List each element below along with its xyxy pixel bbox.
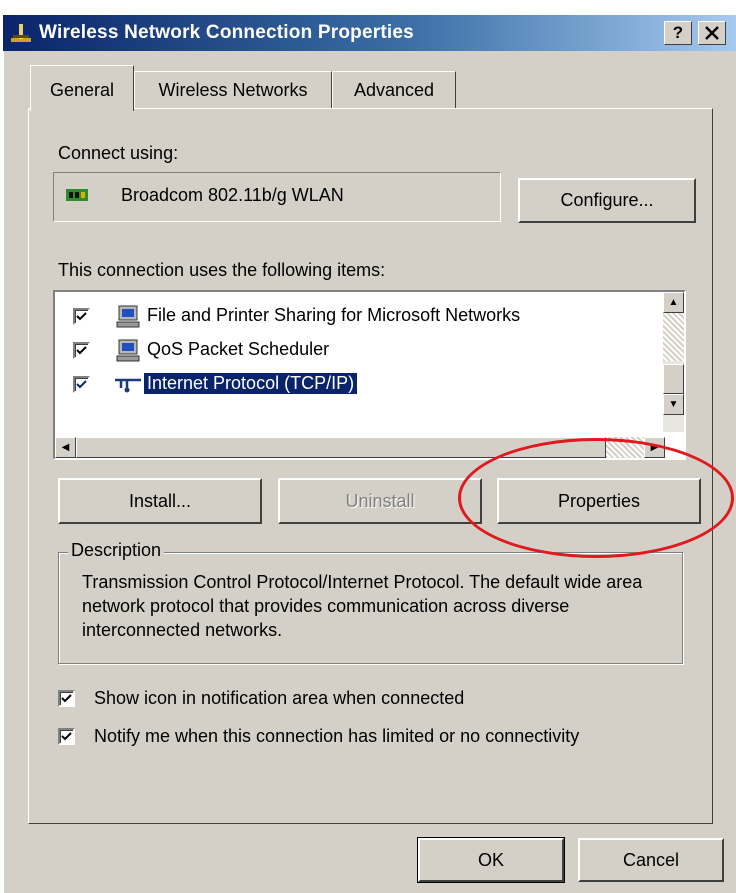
protocol-icon (115, 378, 141, 393)
list-item[interactable]: File and Printer Sharing for Microsoft N… (55, 302, 665, 332)
list-item[interactable]: QoS Packet Scheduler (55, 336, 665, 366)
description-legend: Description (68, 540, 165, 561)
list-item-label: QoS Packet Scheduler (147, 339, 330, 359)
network-computer-icon (116, 339, 140, 362)
configure-button[interactable]: Configure... (518, 178, 696, 223)
properties-button[interactable]: Properties (497, 478, 701, 524)
item-checkbox[interactable] (73, 376, 90, 393)
items-label: This connection uses the following items… (58, 260, 386, 280)
uninstall-button: Uninstall (278, 478, 482, 524)
connect-using-label: Connect using: (58, 143, 179, 163)
properties-button-label: Properties (557, 491, 641, 511)
ok-button-label: OK (477, 850, 504, 870)
description-text: Transmission Control Protocol/Internet P… (82, 572, 643, 640)
scroll-left-button[interactable]: ◀ (55, 437, 76, 458)
list-item-label: File and Printer Sharing for Microsoft N… (147, 305, 521, 325)
scroll-down-button[interactable]: ▼ (663, 394, 684, 415)
window-title: Wireless Network Connection Properties (39, 22, 414, 43)
tab-wireless-networks[interactable]: Wireless Networks (134, 71, 332, 109)
close-icon (705, 26, 719, 40)
notify-checkbox[interactable] (58, 728, 75, 745)
connection-items-list[interactable]: File and Printer Sharing for Microsoft N… (53, 290, 686, 460)
scroll-right-button[interactable]: ▶ (644, 437, 665, 458)
horizontal-scrollbar[interactable]: ◀ ▶ (55, 437, 665, 458)
item-checkbox[interactable] (73, 308, 90, 325)
show-icon-checkbox[interactable] (58, 690, 75, 707)
vertical-scrollbar[interactable]: ▲ ▼ (663, 292, 684, 432)
list-item-label: Internet Protocol (TCP/IP) (142, 372, 359, 395)
network-adapter-icon (66, 189, 88, 201)
help-button[interactable]: ? (664, 21, 692, 45)
cancel-button-label: Cancel (622, 850, 680, 870)
ok-button[interactable]: OK (417, 837, 565, 883)
scroll-up-button[interactable]: ▲ (663, 292, 684, 313)
cancel-button[interactable]: Cancel (578, 838, 724, 882)
close-button[interactable] (698, 21, 726, 45)
scroll-track[interactable] (663, 313, 684, 361)
scroll-thumb-horizontal[interactable] (76, 437, 606, 458)
configure-button-label: Configure... (560, 190, 654, 210)
network-connection-icon (11, 24, 31, 42)
title-bar[interactable]: Wireless Network Connection Properties ? (3, 15, 736, 51)
tab-advanced[interactable]: Advanced (332, 71, 456, 109)
scroll-track-horizontal[interactable] (606, 437, 644, 458)
adapter-name: Broadcom 802.11b/g WLAN (121, 185, 344, 205)
list-item[interactable]: Internet Protocol (TCP/IP) (55, 370, 665, 400)
adapter-field: Broadcom 802.11b/g WLAN (53, 172, 501, 222)
network-computer-icon (116, 305, 140, 328)
show-icon-label[interactable]: Show icon in notification area when conn… (94, 688, 464, 709)
item-checkbox[interactable] (73, 342, 90, 359)
install-button[interactable]: Install... (58, 478, 262, 524)
uninstall-button-label: Uninstall (345, 491, 415, 511)
scroll-thumb[interactable] (663, 364, 684, 394)
tab-general[interactable]: General (30, 65, 134, 111)
notify-label[interactable]: Notify me when this connection has limit… (94, 726, 579, 747)
install-button-label: Install... (128, 491, 192, 511)
